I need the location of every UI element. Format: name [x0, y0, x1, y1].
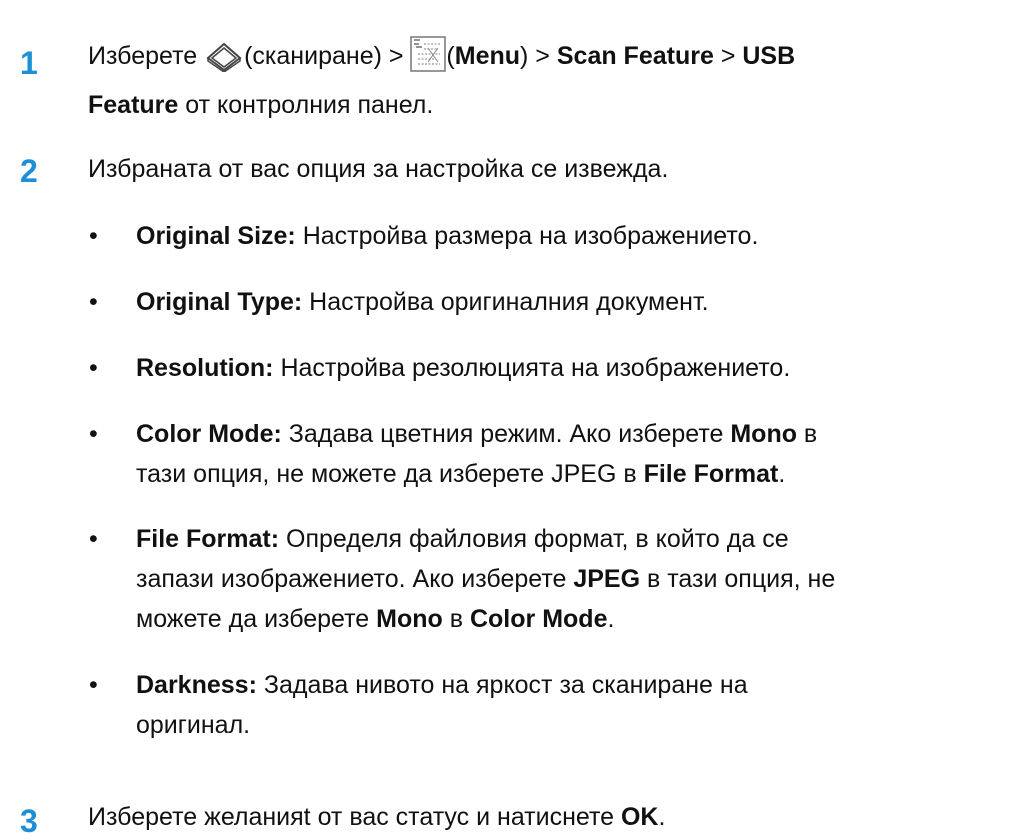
bullet-dot: • — [89, 420, 98, 448]
step-number: 2 — [20, 153, 38, 189]
bullet-dot: • — [89, 354, 98, 382]
scanner-icon — [204, 40, 244, 83]
bullet-dot: • — [89, 288, 98, 316]
step-text: Изберете (сканиране) > (Menu) > Scan Fea… — [88, 36, 1033, 124]
bullet-dot: • — [89, 671, 98, 699]
step-text: Избраната от вас опция за настройка се и… — [88, 155, 669, 183]
step-number: 1 — [20, 45, 38, 81]
menu-icon — [410, 36, 447, 83]
bullet-dot: • — [89, 525, 98, 553]
step-line: Feature от контролния панел. — [88, 91, 434, 119]
bullet-dot: • — [89, 222, 98, 250]
step-text: Изберете желанияt от вас статус и натисн… — [88, 803, 666, 831]
step-number: 3 — [20, 803, 38, 839]
step-line: Изберете (сканиране) > (Menu) > Scan Fea… — [88, 36, 1033, 83]
